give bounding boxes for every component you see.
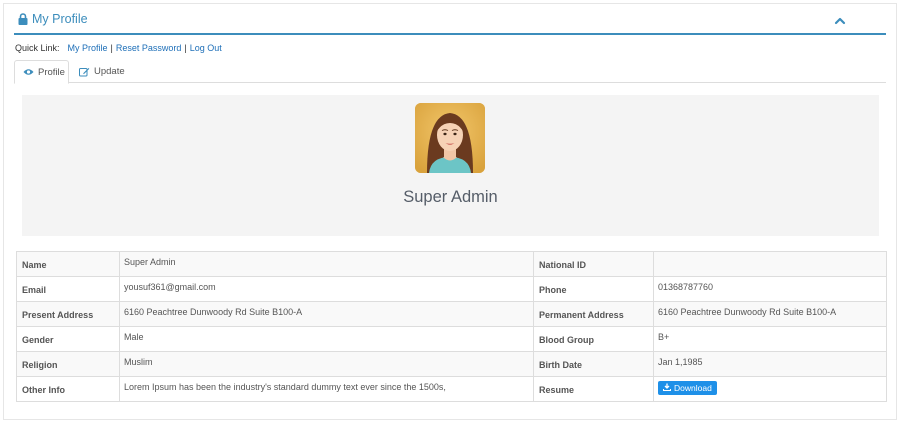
field-value: 6160 Peachtree Dunwoody Rd Suite B100-A (119, 301, 534, 327)
field-value (653, 251, 887, 277)
field-label: Gender (16, 326, 120, 352)
field-label: Birth Date (533, 351, 654, 377)
field-value: Jan 1,1985 (653, 351, 887, 377)
quick-link-label: Quick Link: (15, 43, 60, 53)
profile-name: Super Admin (403, 188, 498, 206)
tab-update-label: Update (94, 66, 125, 77)
table-row: Email yousuf361@gmail.com Phone 01368787… (16, 276, 887, 302)
field-label: Religion (16, 351, 120, 377)
lock-icon (18, 13, 28, 25)
table-row: Gender Male Blood Group B+ (16, 326, 887, 352)
reset-password-link[interactable]: Reset Password (116, 43, 182, 53)
table-row: Name Super Admin National ID (16, 251, 887, 277)
quick-links: Quick Link: My Profile | Reset Password … (15, 43, 222, 53)
resume-cell: Download (653, 376, 887, 402)
tab-bar: Profile Update (14, 60, 886, 84)
tab-update[interactable]: Update (71, 60, 133, 83)
profile-card: Super Admin (22, 95, 879, 236)
collapse-button[interactable] (834, 13, 848, 25)
log-out-link[interactable]: Log Out (190, 43, 222, 53)
field-label: Resume (533, 376, 654, 402)
separator: | (184, 43, 187, 53)
separator: | (110, 43, 113, 53)
field-label: Blood Group (533, 326, 654, 352)
field-label: Phone (533, 276, 654, 302)
tab-profile-label: Profile (38, 66, 65, 78)
field-label: Present Address (16, 301, 120, 327)
field-value: Muslim (119, 351, 534, 377)
profile-panel: My Profile Quick Link: My Profile | Rese… (3, 3, 897, 420)
download-button[interactable]: Download (658, 381, 717, 395)
field-value: Male (119, 326, 534, 352)
download-label: Download (674, 383, 712, 393)
field-label: Permanent Address (533, 301, 654, 327)
table-row: Present Address 6160 Peachtree Dunwoody … (16, 301, 887, 327)
table-row: Religion Muslim Birth Date Jan 1,1985 (16, 351, 887, 377)
field-label: National ID (533, 251, 654, 277)
field-value: 6160 Peachtree Dunwoody Rd Suite B100-A (653, 301, 887, 327)
panel-header: My Profile (14, 4, 886, 35)
chevron-up-icon (834, 13, 846, 30)
eye-icon (23, 68, 34, 76)
panel-title-text: My Profile (32, 12, 88, 26)
field-value: Lorem Ipsum has been the industry's stan… (119, 376, 534, 402)
field-value: Super Admin (119, 251, 534, 277)
field-label: Email (16, 276, 120, 302)
field-value: B+ (653, 326, 887, 352)
edit-icon (79, 67, 90, 77)
profile-details-table: Name Super Admin National ID Email yousu… (16, 251, 887, 402)
download-icon (662, 383, 672, 393)
field-label: Other Info (16, 376, 120, 402)
field-value: yousuf361@gmail.com (119, 276, 534, 302)
my-profile-link[interactable]: My Profile (68, 43, 108, 53)
tab-profile[interactable]: Profile (14, 60, 69, 84)
field-label: Name (16, 251, 120, 277)
field-value: 01368787760 (653, 276, 887, 302)
avatar (415, 103, 485, 173)
table-row: Other Info Lorem Ipsum has been the indu… (16, 376, 887, 402)
panel-title: My Profile (18, 12, 88, 26)
